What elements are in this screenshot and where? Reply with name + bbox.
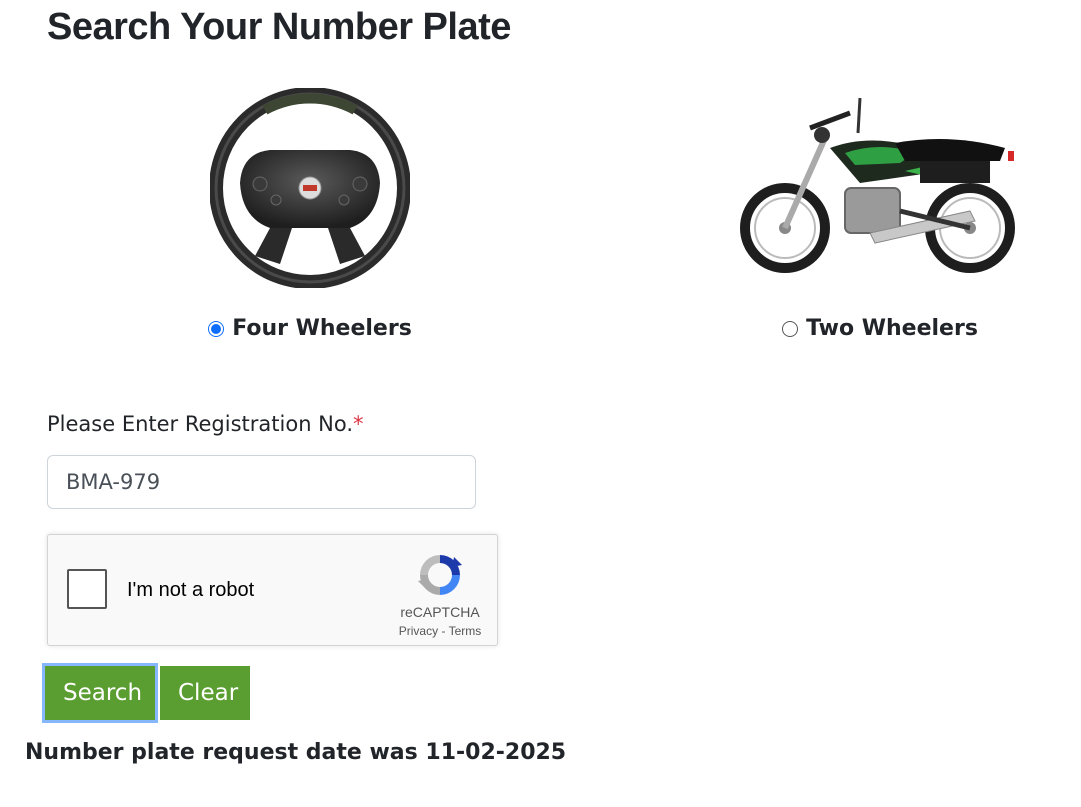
recaptcha-link-separator: - bbox=[438, 624, 449, 638]
two-wheelers-label[interactable]: Two Wheelers bbox=[806, 316, 978, 341]
four-wheelers-label[interactable]: Four Wheelers bbox=[232, 316, 412, 341]
request-date-message: Number plate request date was 11-02-2025 bbox=[25, 740, 567, 765]
registration-label-text: Please Enter Registration No. bbox=[47, 412, 354, 436]
recaptcha-brand: reCAPTCHA bbox=[400, 604, 480, 620]
required-marker: * bbox=[353, 412, 364, 436]
clear-button[interactable]: Clear bbox=[160, 666, 250, 720]
radio-four-wheelers[interactable]: Four Wheelers bbox=[190, 316, 430, 341]
registration-label: Please Enter Registration No.* bbox=[47, 412, 364, 436]
registration-input[interactable] bbox=[47, 455, 476, 509]
recaptcha-label: I'm not a robot bbox=[127, 579, 255, 601]
radio-button-two-wheelers[interactable] bbox=[782, 320, 799, 337]
search-button[interactable]: Search bbox=[42, 663, 158, 723]
recaptcha-privacy-link[interactable]: Privacy bbox=[399, 624, 438, 638]
recaptcha-checkbox[interactable] bbox=[67, 569, 107, 609]
motorcycle-icon[interactable] bbox=[720, 88, 1040, 288]
page-title: Search Your Number Plate bbox=[47, 6, 511, 48]
recaptcha-terms-link[interactable]: Terms bbox=[449, 624, 482, 638]
recaptcha-widget: I'm not a robot reCAPTCHA Privacy - Term… bbox=[47, 534, 498, 646]
steering-wheel-icon[interactable] bbox=[190, 88, 430, 288]
vehicle-option-four-wheelers[interactable]: Four Wheelers bbox=[190, 88, 430, 341]
vehicle-option-two-wheelers[interactable]: Two Wheelers bbox=[720, 88, 1040, 341]
radio-button-four-wheelers[interactable] bbox=[208, 320, 225, 337]
radio-two-wheelers[interactable]: Two Wheelers bbox=[720, 316, 1040, 341]
recaptcha-links: Privacy - Terms bbox=[388, 624, 492, 638]
recaptcha-logo-icon bbox=[418, 555, 462, 595]
